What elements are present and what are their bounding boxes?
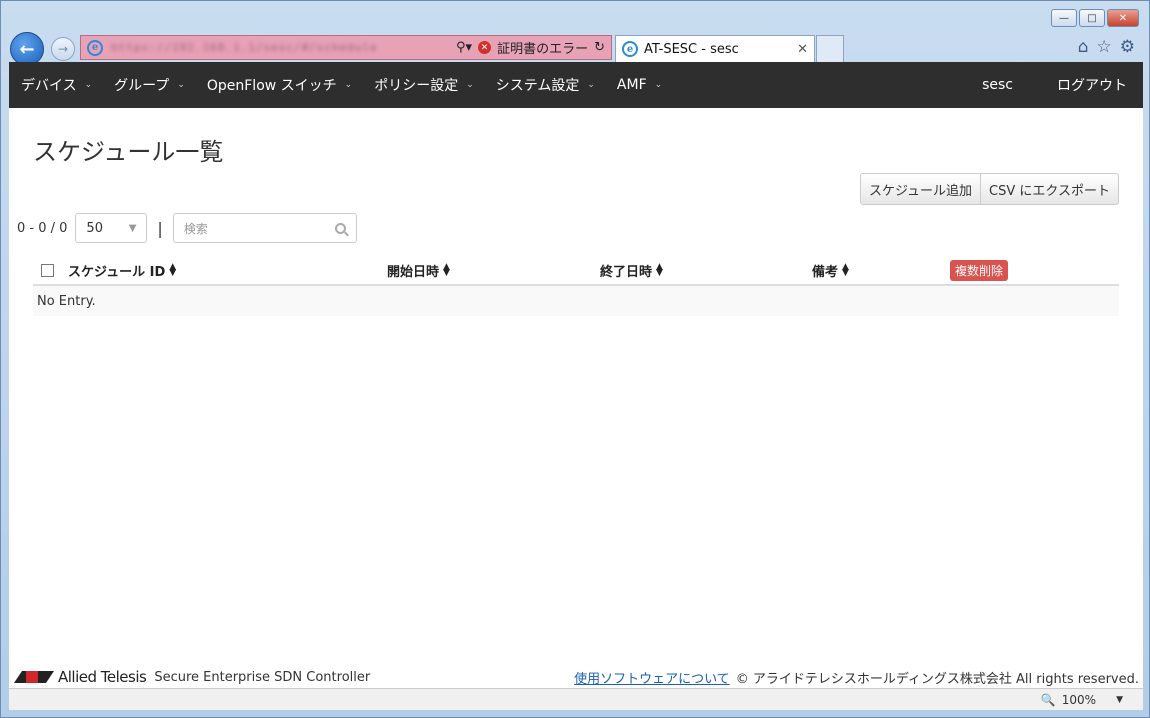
sort-icon: ▲ ▼ bbox=[443, 262, 450, 278]
brand-name: Allied Telesis bbox=[58, 668, 147, 686]
col-notes[interactable]: 備考 ▲ ▼ bbox=[812, 261, 849, 280]
add-schedule-button[interactable]: スケジュール追加 bbox=[859, 173, 982, 205]
chevron-down-icon: ⌄ bbox=[84, 80, 93, 90]
brand-mark-icon bbox=[14, 671, 54, 683]
product-name: Secure Enterprise SDN Controller bbox=[154, 669, 371, 685]
table-row: No Entry. bbox=[33, 286, 1119, 316]
select-all-checkbox[interactable] bbox=[41, 263, 54, 277]
maximize-button[interactable]: □ bbox=[1079, 9, 1105, 27]
search-input[interactable]: 検索 bbox=[172, 213, 357, 243]
star-icon[interactable]: ☆ bbox=[1097, 37, 1112, 57]
nav-item-label: デバイス bbox=[21, 78, 77, 94]
page-footer: Allied Telesis Secure Enterprise SDN Con… bbox=[9, 667, 1143, 687]
col-label: 終了日時 bbox=[600, 264, 653, 280]
gear-icon[interactable]: ⚙ bbox=[1120, 37, 1135, 57]
empty-message: No Entry. bbox=[37, 293, 96, 309]
nav-item-groups[interactable]: グループ ⌄ bbox=[102, 62, 195, 108]
chevron-down-icon: ⌄ bbox=[654, 80, 663, 90]
window-controls: — □ ✕ bbox=[1051, 9, 1139, 27]
nav-item-label: OpenFlow スイッチ bbox=[206, 78, 337, 94]
logout-link[interactable]: ログアウト bbox=[1049, 75, 1143, 95]
export-csv-button[interactable]: CSV にエクスポート bbox=[981, 173, 1119, 205]
page-size-value: 50 bbox=[86, 220, 103, 236]
main-content: スケジュール一覧 スケジュール追加 CSV にエクスポート 0 - 0 / 0 … bbox=[9, 108, 1143, 688]
nav-item-amf[interactable]: AMF ⌄ bbox=[605, 62, 672, 108]
col-start-time[interactable]: 開始日時 ▲ ▼ bbox=[387, 261, 450, 280]
chevron-down-icon: ⌄ bbox=[587, 80, 595, 90]
page-title: スケジュール一覧 bbox=[33, 138, 224, 166]
nav-item-label: AMF bbox=[616, 77, 647, 93]
refresh-icon[interactable]: ↻ bbox=[594, 40, 605, 55]
nav-item-label: ポリシー設定 bbox=[374, 78, 459, 94]
chevron-down-icon: ⌄ bbox=[177, 80, 185, 90]
copyright-text: © アライドテレシスホールディングス株式会社 All rights reserv… bbox=[735, 671, 1139, 687]
forward-arrow-icon[interactable]: → bbox=[51, 37, 75, 61]
nav-item-devices[interactable]: デバイス ⌄ bbox=[9, 62, 102, 108]
zoom-icon: 🔍 bbox=[1040, 692, 1056, 707]
back-arrow-icon[interactable]: ← bbox=[10, 32, 44, 66]
col-label: 開始日時 bbox=[387, 264, 440, 280]
bulk-delete-button[interactable]: 複数削除 bbox=[950, 259, 1009, 281]
chevron-down-icon: ⌄ bbox=[466, 80, 474, 90]
table-header: スケジュール ID ▲ ▼ 開始日時 ▲ ▼ 終了日時 ▲ ▼ 備考 ▲ ▼ 複… bbox=[33, 256, 1119, 286]
ie-logo-icon: e bbox=[87, 39, 103, 56]
page-viewport: デバイス ⌄ グループ ⌄ OpenFlow スイッチ ⌄ ポリシー設定 ⌄ シ… bbox=[9, 62, 1143, 688]
address-bar[interactable]: e https://192.168.1.1/sesc/#/schedule ⚲▾… bbox=[80, 35, 612, 60]
nav-item-policy[interactable]: ポリシー設定 ⌄ bbox=[362, 62, 484, 108]
top-navbar: デバイス ⌄ グループ ⌄ OpenFlow スイッチ ⌄ ポリシー設定 ⌄ シ… bbox=[9, 62, 1143, 108]
nav-username[interactable]: sesc bbox=[982, 77, 1049, 93]
sort-icon: ▲ ▼ bbox=[169, 262, 177, 278]
schedule-table: スケジュール ID ▲ ▼ 開始日時 ▲ ▼ 終了日時 ▲ ▼ 備考 ▲ ▼ 複… bbox=[33, 256, 1119, 316]
browser-tab[interactable]: e AT-SESC - sesc ✕ bbox=[615, 35, 815, 62]
nav-item-label: グループ bbox=[114, 78, 170, 94]
zoom-dropdown-icon[interactable]: ▼ bbox=[1116, 695, 1123, 705]
address-actions: ⚲▾ ✕ 証明書のエラー ↻ bbox=[456, 38, 605, 57]
caret-down-icon: ▼ bbox=[128, 222, 137, 234]
zoom-level[interactable]: 100% bbox=[1062, 693, 1096, 707]
footer-right: 使用ソフトウェアについて © アライドテレシスホールディングス株式会社 All … bbox=[574, 668, 1139, 687]
search-placeholder: 検索 bbox=[183, 221, 208, 236]
chevron-down-icon: ⌄ bbox=[344, 80, 353, 90]
cert-error-icon[interactable]: ✕ bbox=[478, 41, 492, 54]
bulk-delete-label: 複数削除 bbox=[950, 259, 1009, 281]
col-end-time[interactable]: 終了日時 ▲ ▼ bbox=[600, 261, 663, 280]
nav-item-system[interactable]: システム設定 ⌄ bbox=[484, 62, 605, 108]
sort-icon: ▲ ▼ bbox=[656, 262, 663, 278]
list-toolbar: 0 - 0 / 0 50 ▼ | 検索 bbox=[17, 213, 357, 243]
nav-right: sesc ログアウト bbox=[982, 62, 1143, 108]
status-bar: 🔍 100% ▼ bbox=[9, 688, 1143, 710]
minimize-button[interactable]: — bbox=[1051, 9, 1077, 27]
col-label: 備考 bbox=[812, 264, 839, 280]
toolbar-separator: | bbox=[157, 218, 163, 238]
allied-telesis-logo: Allied Telesis bbox=[14, 668, 147, 686]
browser-tools: ⌂ ☆ ⚙ bbox=[1078, 37, 1135, 57]
col-label: スケジュール ID bbox=[68, 264, 166, 280]
browser-window: — □ ✕ ← → e https://192.168.1.1/sesc/#/s… bbox=[0, 0, 1150, 718]
close-window-button[interactable]: ✕ bbox=[1107, 9, 1139, 27]
tab-title: AT-SESC - sesc bbox=[644, 41, 739, 57]
record-count: 0 - 0 / 0 bbox=[17, 220, 68, 236]
col-schedule-id[interactable]: スケジュール ID ▲ ▼ bbox=[68, 261, 176, 280]
home-icon[interactable]: ⌂ bbox=[1078, 37, 1089, 57]
tab-close-icon[interactable]: ✕ bbox=[797, 42, 808, 57]
sort-icon: ▲ ▼ bbox=[842, 262, 849, 278]
cert-error-label[interactable]: 証明書のエラー bbox=[497, 38, 588, 57]
search-icon bbox=[334, 222, 346, 234]
ie-logo-icon: e bbox=[622, 41, 638, 57]
search-dropdown-icon[interactable]: ⚲▾ bbox=[456, 40, 472, 55]
new-tab-button[interactable] bbox=[816, 35, 844, 62]
address-url[interactable]: https://192.168.1.1/sesc/#/schedule bbox=[111, 41, 378, 54]
nav-item-label: システム設定 bbox=[495, 78, 580, 94]
action-button-group: スケジュール追加 CSV にエクスポート bbox=[859, 173, 1119, 205]
nav-item-openflow[interactable]: OpenFlow スイッチ ⌄ bbox=[195, 62, 362, 108]
software-info-link[interactable]: 使用ソフトウェアについて bbox=[574, 668, 730, 687]
page-size-select[interactable]: 50 ▼ bbox=[75, 213, 148, 243]
